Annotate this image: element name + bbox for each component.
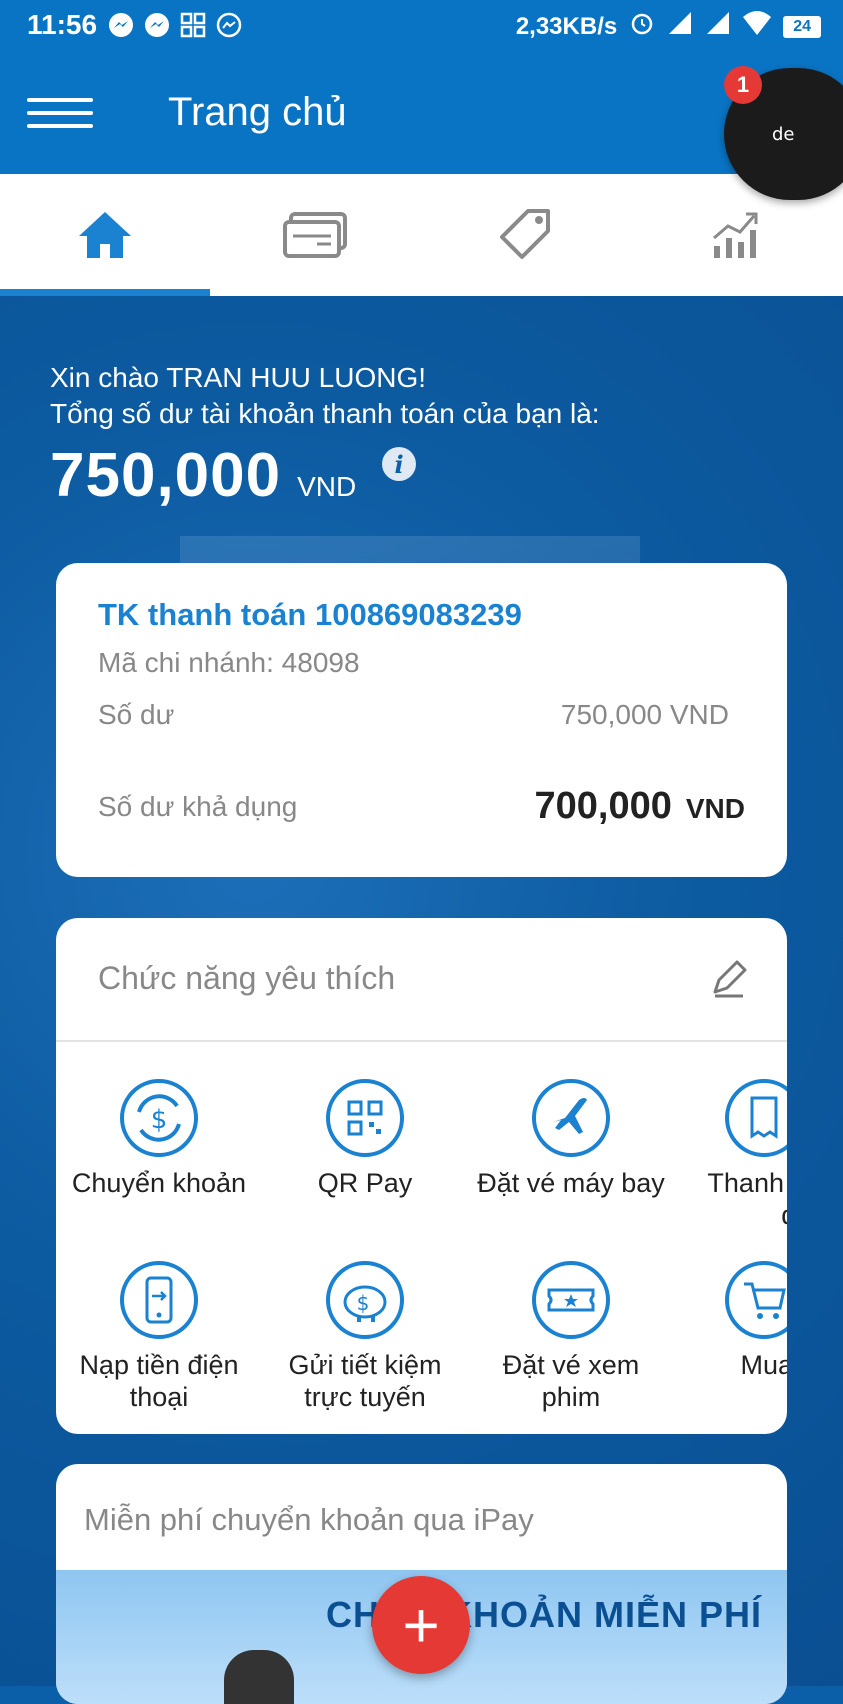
available-balance-label: Số dư khả dụng xyxy=(98,791,298,822)
transfer-icon: $ xyxy=(120,1079,198,1157)
bill-icon xyxy=(725,1079,787,1157)
svg-text:$: $ xyxy=(151,1105,168,1135)
favorite-label: Mua s xyxy=(740,1350,787,1380)
chat-head-label: de xyxy=(772,124,795,145)
total-balance: 750,000 VND xyxy=(50,440,356,511)
greeting-line: Xin chào TRAN HUU LUONG! xyxy=(50,362,427,393)
favorite-flight-booking[interactable]: Đặt vé máy bay xyxy=(468,1078,674,1199)
chart-icon xyxy=(713,212,758,258)
status-time: 11:56 xyxy=(27,9,98,40)
favorite-label: QR Pay xyxy=(317,1168,413,1198)
favorite-label: Chuyển khoản xyxy=(71,1168,247,1198)
tab-bar xyxy=(0,174,843,296)
account-title: TK thanh toán 100869083239 xyxy=(98,597,522,632)
info-icon[interactable]: i xyxy=(382,447,416,481)
messenger-icon xyxy=(108,12,134,38)
status-right: 2,33KB/s 24 xyxy=(516,10,821,43)
pencil-icon[interactable] xyxy=(709,958,749,998)
available-balance: 700,000 VND xyxy=(535,785,746,828)
total-balance-currency: VND xyxy=(297,471,357,502)
account-card[interactable]: TK thanh toán 100869083239 Mã chi nhánh:… xyxy=(56,563,787,877)
messenger-icon xyxy=(144,12,170,38)
notification-badge: 1 xyxy=(724,66,762,104)
alarm-icon xyxy=(629,10,655,43)
favorite-label: Thanh to đơ xyxy=(707,1168,787,1230)
available-balance-currency: VND xyxy=(685,793,745,824)
favorite-label: Đặt vé xem phim xyxy=(502,1350,640,1412)
favorite-movie-ticket[interactable]: Đặt vé xem phim xyxy=(468,1260,674,1413)
favorite-qr-pay[interactable]: QR Pay xyxy=(262,1078,468,1199)
tab-offers[interactable] xyxy=(420,174,630,296)
piggy-bank-icon: $ xyxy=(326,1261,404,1339)
tab-cards[interactable] xyxy=(210,174,420,296)
favorites-header: Chức năng yêu thích xyxy=(56,918,787,1042)
network-speed: 2,33KB/s xyxy=(515,12,618,40)
tab-home[interactable] xyxy=(0,174,210,296)
tag-icon xyxy=(500,209,550,259)
favorite-online-savings[interactable]: $ Gửi tiết kiệm trực tuyến xyxy=(262,1260,468,1413)
phone-topup-icon xyxy=(120,1261,198,1339)
messenger-outline-icon xyxy=(216,12,242,38)
banner-person-image xyxy=(224,1650,294,1704)
greeting: Xin chào TRAN HUU LUONG! Tổng số dư tài … xyxy=(50,360,600,432)
favorite-label: Gửi tiết kiệm trực tuyến xyxy=(288,1350,442,1412)
signal-icon xyxy=(667,10,693,43)
active-tab-indicator xyxy=(0,289,210,296)
ticket-icon xyxy=(532,1261,610,1339)
favorite-label: Nạp tiền điện thoại xyxy=(79,1350,239,1412)
favorite-label: Đặt vé máy bay xyxy=(477,1168,665,1198)
wifi-icon xyxy=(743,11,772,42)
qr-icon xyxy=(326,1079,404,1157)
qr-app-icon xyxy=(180,12,206,38)
total-balance-label: Tổng số dư tài khoản thanh toán của bạn … xyxy=(50,398,600,429)
favorites-card: Chức năng yêu thích $ Chuyển khoản QR Pa… xyxy=(56,918,787,1434)
balance-label: Số dư xyxy=(98,699,175,730)
notification-icons xyxy=(108,12,242,38)
available-balance-amount: 700,000 xyxy=(534,785,672,827)
favorite-transfer[interactable]: $ Chuyển khoản xyxy=(56,1078,262,1199)
add-button[interactable]: + xyxy=(372,1576,470,1674)
cart-icon xyxy=(725,1261,787,1339)
branch-code: Mã chi nhánh: 48098 xyxy=(98,647,360,678)
hamburger-icon[interactable] xyxy=(27,98,93,132)
signal-icon xyxy=(705,10,731,43)
airplane-icon xyxy=(532,1079,610,1157)
app-bar: Trang chủ xyxy=(0,52,843,174)
favorite-phone-topup[interactable]: Nạp tiền điện thoại xyxy=(56,1260,262,1413)
favorite-shopping[interactable]: Mua s xyxy=(674,1260,787,1381)
favorite-bill-payment[interactable]: Thanh to đơ xyxy=(674,1078,787,1231)
total-balance-amount: 750,000 xyxy=(50,441,282,510)
battery-icon: 24 xyxy=(783,15,821,38)
promo-title: Miễn phí chuyển khoản qua iPay xyxy=(84,1502,534,1537)
balance-value: 750,000 VND xyxy=(560,699,729,730)
home-icon xyxy=(79,212,131,258)
svg-text:$: $ xyxy=(357,1291,370,1315)
page-title: Trang chủ xyxy=(168,90,347,134)
status-bar: 11:56 2,33KB/s 24 xyxy=(0,0,843,52)
favorites-title: Chức năng yêu thích xyxy=(98,960,396,996)
cards-icon xyxy=(283,212,347,258)
